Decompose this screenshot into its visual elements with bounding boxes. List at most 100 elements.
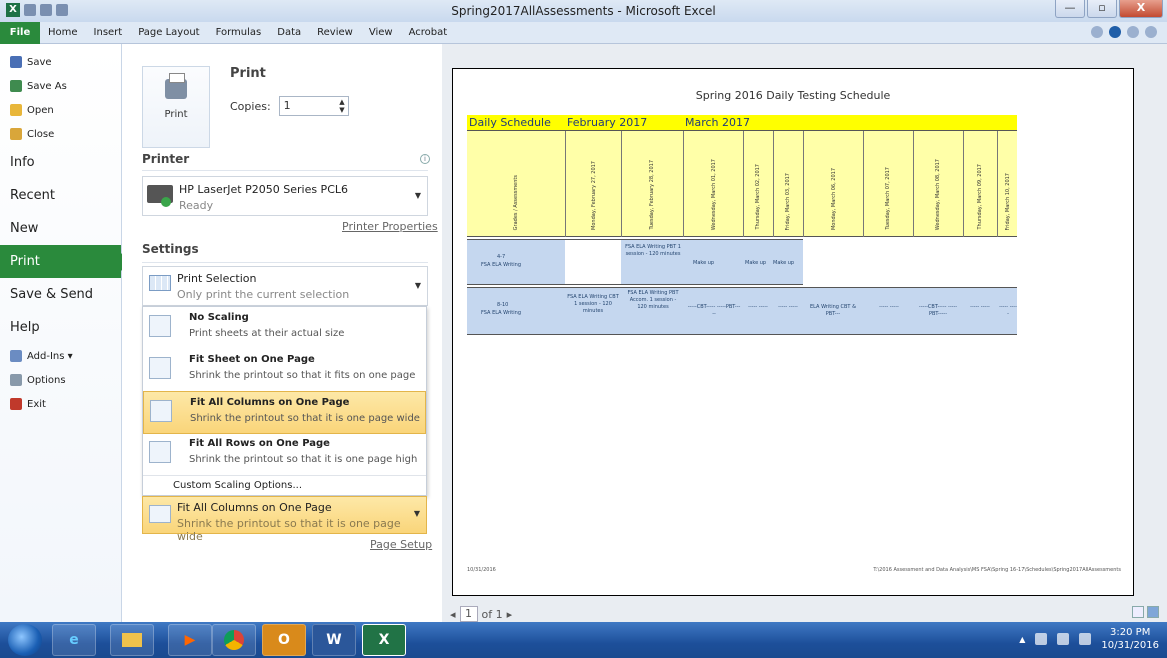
- nav-print[interactable]: Print: [0, 245, 129, 278]
- start-button[interactable]: [8, 624, 42, 656]
- tab-acrobat[interactable]: Acrobat: [401, 22, 456, 44]
- menu-item-title: No Scaling: [189, 312, 249, 323]
- printer-properties-link[interactable]: Printer Properties: [342, 220, 438, 233]
- header-daily-schedule: Daily Schedule: [469, 116, 551, 129]
- taskbar-app-word[interactable]: W: [312, 624, 356, 656]
- next-page-icon[interactable]: ▸: [507, 608, 513, 621]
- menu-item-desc: Shrink the printout so that it is one pa…: [189, 454, 418, 465]
- prev-page-icon[interactable]: ◂: [450, 608, 456, 621]
- taskbar-app-excel[interactable]: X: [362, 624, 406, 656]
- date-label: Wednesday, March 08, 2017: [935, 158, 941, 230]
- print-heading: Print: [230, 66, 266, 81]
- scaling-title: Fit All Columns on One Page: [177, 501, 332, 514]
- nav-new[interactable]: New: [0, 212, 121, 245]
- taskbar-app-explorer[interactable]: [110, 624, 154, 656]
- copies-control: Copies: 1 ▲ ▼: [230, 96, 349, 116]
- cell-assessment: FSA ELA Writing: [481, 310, 521, 316]
- tab-home[interactable]: Home: [40, 22, 86, 44]
- menu-item-fit-rows[interactable]: Fit All Rows on One Page Shrink the prin…: [143, 433, 426, 476]
- settings-divider: [142, 262, 428, 263]
- taskbar-app-media[interactable]: ▶: [168, 624, 212, 656]
- menu-item-title: Fit All Rows on One Page: [189, 438, 330, 449]
- nav-add-ins[interactable]: Add-Ins ▾: [0, 344, 121, 368]
- nav-close[interactable]: Close: [0, 122, 121, 146]
- cell-wed2: -----CBT----- -----PBT-----: [918, 304, 958, 317]
- page-total: of 1: [481, 607, 503, 621]
- show-margins-icon[interactable]: [1132, 606, 1144, 618]
- nav-save[interactable]: Save: [0, 50, 121, 74]
- minimize-button[interactable]: —: [1055, 0, 1085, 18]
- table-row: 8-10 FSA ELA Writing FSA ELA Writing CBT…: [467, 287, 1017, 335]
- printer-dropdown[interactable]: HP LaserJet P2050 Series PCL6 Ready ▼: [142, 176, 428, 216]
- folder-icon: [122, 633, 142, 647]
- exit-icon: [10, 398, 22, 410]
- options-icon: [10, 374, 22, 386]
- tab-view[interactable]: View: [361, 22, 401, 44]
- copies-input[interactable]: 1 ▲ ▼: [278, 96, 349, 116]
- taskbar-app-ie[interactable]: e: [52, 624, 96, 656]
- nav-exit[interactable]: Exit: [0, 392, 121, 416]
- zoom-to-page-icon[interactable]: [1147, 606, 1159, 618]
- printer-status: Ready: [179, 199, 214, 212]
- cell-thu2: ----- -----: [970, 304, 990, 310]
- scaling-dropdown[interactable]: Fit All Columns on One Page Shrink the p…: [142, 496, 427, 543]
- scaling-menu: No Scaling Print sheets at their actual …: [142, 306, 427, 496]
- tab-page-layout[interactable]: Page Layout: [130, 22, 207, 44]
- date-label: Thursday, March 09, 2017: [977, 164, 983, 230]
- column-divider: [565, 131, 566, 237]
- cell-grade: 8-10: [497, 302, 509, 308]
- help-icon[interactable]: [1109, 26, 1121, 38]
- window-close-icon[interactable]: [1145, 26, 1157, 38]
- nav-info[interactable]: Info: [0, 146, 121, 179]
- minimize-ribbon-icon[interactable]: [1091, 26, 1103, 38]
- cell-mon2: ELA Writing CBT & PBT---: [810, 304, 856, 317]
- print-preview: Spring 2016 Daily Testing Schedule Daily…: [442, 44, 1167, 622]
- nav-add-ins-label: Add-Ins ▾: [27, 350, 73, 362]
- excel-window: X Spring2017AllAssessments - Microsoft E…: [0, 0, 1167, 658]
- copies-value: 1: [283, 99, 291, 112]
- menu-item-fit-columns[interactable]: Fit All Columns on One Page Shrink the p…: [143, 391, 426, 434]
- tab-review[interactable]: Review: [309, 22, 361, 44]
- nav-options[interactable]: Options: [0, 368, 121, 392]
- window-minimize-icon[interactable]: [1127, 26, 1139, 38]
- nav-recent[interactable]: Recent: [0, 179, 121, 212]
- header-march: March 2017: [685, 116, 751, 129]
- network-icon[interactable]: [1057, 633, 1070, 645]
- menu-item-no-scaling[interactable]: No Scaling Print sheets at their actual …: [143, 307, 426, 350]
- taskbar-app-chrome[interactable]: [212, 624, 256, 656]
- chevron-down-icon: ▼: [414, 281, 421, 290]
- close-button[interactable]: X: [1119, 0, 1163, 18]
- folder-icon: [10, 104, 22, 116]
- menu-item-fit-sheet[interactable]: Fit Sheet on One Page Shrink the printou…: [143, 349, 426, 392]
- clock[interactable]: 3:20 PM 10/31/2016: [1101, 626, 1159, 652]
- tab-formulas[interactable]: Formulas: [208, 22, 270, 44]
- volume-icon[interactable]: [1079, 633, 1092, 645]
- print-what-subtitle: Only print the current selection: [177, 288, 350, 301]
- cell-grade: 4-7: [497, 254, 506, 260]
- fit-columns-icon: [149, 505, 171, 523]
- print-what-dropdown[interactable]: Print Selection Only print the current s…: [142, 266, 428, 306]
- tab-data[interactable]: Data: [269, 22, 309, 44]
- maximize-button[interactable]: ▫: [1087, 0, 1117, 18]
- date-label: Thursday, March 02, 2017: [755, 164, 761, 230]
- tray-expand-icon[interactable]: ▲: [1019, 635, 1025, 644]
- nav-save-as[interactable]: Save As: [0, 74, 121, 98]
- info-icon[interactable]: i: [420, 154, 430, 164]
- window-title: Spring2017AllAssessments - Microsoft Exc…: [451, 4, 716, 18]
- fit-rows-icon: [149, 441, 171, 463]
- settings-heading: Settings: [142, 242, 199, 256]
- nav-help[interactable]: Help: [0, 311, 121, 344]
- taskbar-app-outlook[interactable]: O: [262, 624, 306, 656]
- tab-insert[interactable]: Insert: [86, 22, 131, 44]
- nav-open[interactable]: Open: [0, 98, 121, 122]
- save-icon: [10, 56, 22, 68]
- page-number-input[interactable]: 1: [459, 606, 478, 622]
- nav-save-send[interactable]: Save & Send: [0, 278, 121, 311]
- custom-scaling-options[interactable]: Custom Scaling Options...: [143, 475, 426, 495]
- print-button[interactable]: Print: [142, 66, 210, 148]
- flag-icon[interactable]: [1035, 633, 1048, 645]
- print-button-label: Print: [164, 109, 188, 120]
- tab-file[interactable]: File: [0, 21, 40, 44]
- copies-spinner[interactable]: ▲ ▼: [339, 98, 344, 114]
- backstage-nav: Save Save As Open Close Info Recent New …: [0, 44, 129, 622]
